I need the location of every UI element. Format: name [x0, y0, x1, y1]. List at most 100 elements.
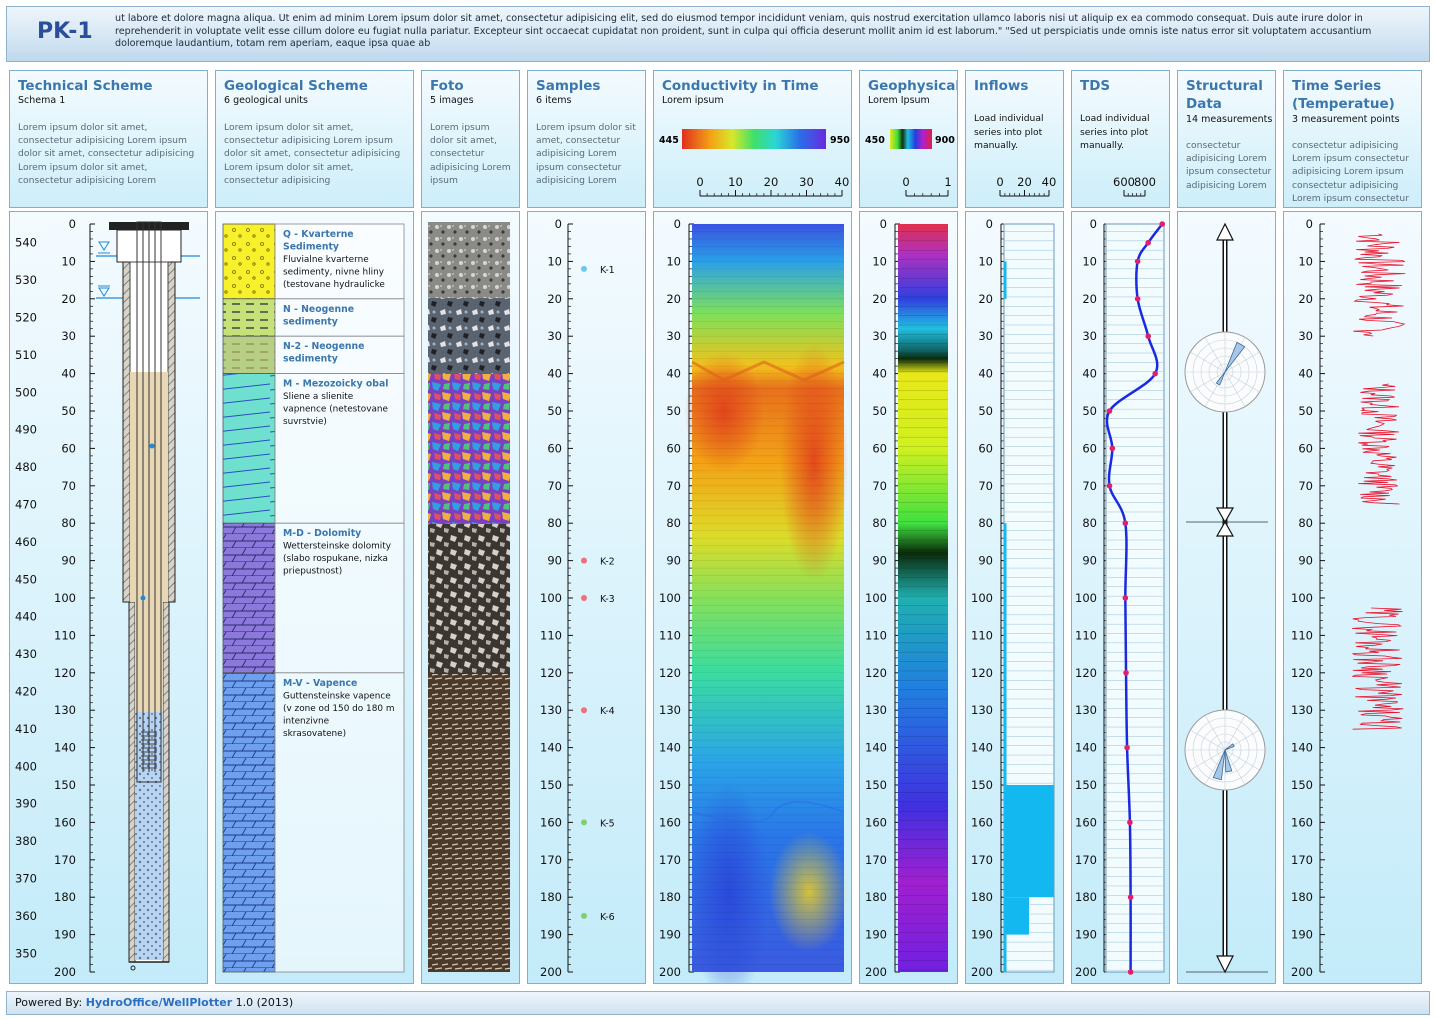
conductivity-axis: 0 10 20 30 40 — [696, 175, 850, 197]
sample-marker — [581, 912, 587, 919]
depth-tick-label: 60 — [1298, 441, 1313, 455]
depth-tick-label: 120 — [54, 666, 76, 680]
depth-tick-label: 180 — [54, 890, 76, 904]
geophysical-panel: 0 10 20 30 40 50 60 70 80 90 100 110 120 130 140 150 160… — [859, 211, 958, 984]
depth-tick-label: 180 — [1291, 890, 1313, 904]
depth-tick-label: 0 — [69, 217, 76, 231]
depth-axis: 0 10 20 30 40 50 60 70 80 90 100 110 120 130 140 150 160… — [1291, 217, 1325, 979]
scale-min-label: 445 — [659, 135, 679, 146]
temperature-series-line — [1351, 607, 1404, 730]
depth-tick-label: 120 — [540, 666, 562, 680]
elevation-tick-label: 530 — [15, 273, 37, 287]
depth-tick-label: 190 — [971, 928, 993, 942]
depth-tick-label: 150 — [540, 778, 562, 792]
depth-tick-label: 200 — [865, 965, 887, 979]
inflow-bar — [1004, 934, 1007, 972]
tds-point — [1127, 819, 1133, 826]
inflows-axis: 0 20 40 — [996, 175, 1056, 197]
axis-tick-label: 40 — [835, 175, 850, 189]
axis-tick-label: 600 — [1113, 175, 1135, 189]
arrow-up-icon — [1215, 520, 1235, 537]
depth-tick-label: 130 — [971, 703, 993, 717]
depth-tick-label: 20 — [1298, 292, 1313, 306]
sample-label: K-4 — [600, 706, 615, 717]
foto-image-1[interactable] — [428, 222, 510, 298]
depth-tick-label: 30 — [547, 329, 562, 343]
depth-tick-label: 150 — [1075, 778, 1097, 792]
depth-tick-label: 190 — [54, 928, 76, 942]
panel-subtitle: 6 geological units — [224, 95, 308, 106]
depth-tick-label: 170 — [971, 853, 993, 867]
depth-tick-label: 170 — [540, 853, 562, 867]
depth-tick-label: 10 — [1298, 254, 1313, 268]
elevation-tick-label: 390 — [15, 797, 37, 811]
depth-tick-label: 140 — [540, 741, 562, 755]
depth-axis: 0 10 20 30 40 50 60 70 80 90 100 110 120 130 140 150 160… — [1075, 217, 1109, 979]
elevation-tick-label: 360 — [15, 909, 37, 923]
sample-markers: K-1 K-2 K-3 K-4 K-5 K-6 — [581, 265, 615, 923]
depth-tick-label: 130 — [865, 703, 887, 717]
technical-scheme-panel: 0 10 20 30 40 50 60 70 80 90 100 110 120 130 140 150 160… — [9, 211, 208, 984]
tds-svg: 0 10 20 30 40 50 60 70 80 90 100 110 120 130 140 150 160… — [1075, 217, 1166, 979]
depth-tick-label: 170 — [865, 853, 887, 867]
elevation-tick-label: 490 — [15, 423, 37, 437]
depth-tick-label: 160 — [540, 815, 562, 829]
depth-tick-label: 200 — [54, 965, 76, 979]
depth-tick-label: 200 — [540, 965, 562, 979]
geophysical-scale-svg: 450 900 01 — [865, 129, 955, 197]
depth-tick-label: 110 — [1075, 628, 1097, 642]
foto-image-5[interactable] — [428, 674, 510, 972]
panel-subtitle: Schema 1 — [18, 95, 66, 106]
geo-unit-pattern — [222, 335, 276, 374]
tds-point — [1122, 520, 1129, 526]
scale-min-label: 450 — [865, 135, 885, 146]
depth-tick-label: 140 — [659, 741, 681, 755]
depth-tick-label: 120 — [659, 666, 681, 680]
depth-tick-label: 130 — [54, 703, 76, 717]
panel-description: Lorem ipsum dolor sit amet, consectetur … — [18, 122, 195, 186]
depth-tick-label: 30 — [1298, 329, 1313, 343]
panel-title: Technical Scheme — [18, 78, 153, 94]
geo-unit-description: priepustnost) — [283, 567, 342, 577]
axis-tick-label: 30 — [799, 175, 814, 189]
depth-tick-label: 70 — [61, 479, 76, 493]
depth-tick-label: 100 — [971, 591, 993, 605]
depth-tick-label: 150 — [971, 778, 993, 792]
axis-tick-label: 20 — [1017, 175, 1032, 189]
geo-unit-name: Sedimenty — [283, 242, 339, 253]
geo-unit-description: (testovane hydraulicke — [283, 280, 385, 290]
depth-tick-label: 170 — [1291, 853, 1313, 867]
geo-unit-pattern — [222, 298, 276, 337]
depth-tick-label: 190 — [865, 928, 887, 942]
tds-axis: 600 800 — [1113, 175, 1156, 197]
depth-tick-label: 90 — [1082, 554, 1097, 568]
depth-tick-label: 90 — [978, 554, 993, 568]
elevation-tick-label: 480 — [15, 460, 37, 474]
footer-prefix: Powered By: — [15, 996, 86, 1009]
foto-image-2[interactable] — [428, 298, 510, 374]
well-id: PK-1 — [37, 19, 93, 44]
technical-scheme-svg: 0 10 20 30 40 50 60 70 80 90 100 110 120 130 140 150 160… — [15, 217, 200, 979]
depth-axis: 0 10 20 30 40 50 60 70 80 90 100 110 120 130 140 150 160… — [971, 217, 1006, 979]
depth-tick-label: 160 — [865, 815, 887, 829]
depth-tick-label: 30 — [666, 329, 681, 343]
geo-unit-pattern — [222, 223, 276, 300]
axis-tick-label: 20 — [764, 175, 779, 189]
depth-tick-label: 50 — [1082, 404, 1097, 418]
depth-tick-label: 80 — [547, 516, 562, 530]
geophysical-log — [898, 224, 948, 972]
temperature-series-line — [1358, 383, 1400, 505]
sample-marker — [581, 819, 587, 826]
foto-image-3[interactable] — [428, 374, 510, 524]
depth-tick-label: 50 — [61, 404, 76, 418]
structural-header: Structural Data 14 measurements consectet… — [1177, 70, 1276, 208]
depth-tick-label: 140 — [1291, 741, 1313, 755]
footer-link[interactable]: HydroOffice/WellPlotter — [86, 996, 232, 1009]
depth-tick-label: 170 — [1075, 853, 1097, 867]
depth-tick-label: 20 — [547, 292, 562, 306]
scale-max-label: 900 — [935, 135, 955, 146]
depth-tick-label: 100 — [540, 591, 562, 605]
samples-svg: 0 10 20 30 40 50 60 70 80 90 100 110 120 130 140 150 160… — [540, 217, 615, 979]
depth-tick-label: 70 — [547, 479, 562, 493]
foto-image-4[interactable] — [428, 524, 510, 674]
